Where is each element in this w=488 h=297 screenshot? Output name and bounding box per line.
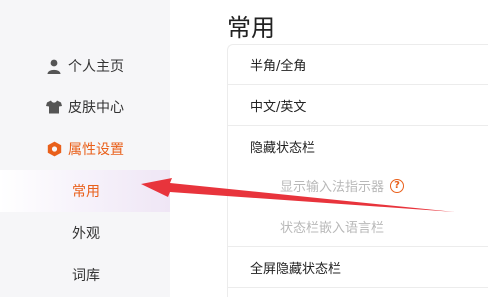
sidebar-subitem-appearance[interactable]: 外观 (0, 212, 170, 254)
setting-label: 显示输入法指示器 (280, 180, 385, 195)
sidebar-subitem-common[interactable]: 常用 (0, 170, 170, 212)
sidebar-subitem-label: 常用 (72, 184, 100, 200)
setting-label: 隐藏状态栏 (250, 141, 316, 156)
shirt-icon (46, 99, 62, 115)
setting-row-chinese-english[interactable]: 中文/英文 (228, 85, 488, 126)
setting-label: 状态栏嵌入语言栏 (280, 220, 385, 236)
sidebar-item-label: 属性设置 (68, 142, 124, 158)
sidebar-item-label: 个人主页 (68, 59, 124, 75)
setting-label: 中文/英文 (250, 99, 307, 115)
sidebar-item-label: 皮肤中心 (68, 100, 124, 116)
sidebar-subitem-label: 词库 (72, 268, 100, 284)
setting-row-embed-language-bar[interactable]: 状态栏嵌入语言栏 (228, 206, 488, 247)
help-icon[interactable]: ? (390, 178, 405, 193)
setting-label: 全屏隐藏状态栏 (250, 261, 342, 277)
sidebar-subitem-label: 外观 (72, 226, 100, 242)
sidebar-item-profile[interactable]: 个人主页 (0, 45, 170, 87)
setting-row-show-ime-indicator[interactable]: 显示输入法指示器 ? (228, 165, 488, 206)
setting-row-hide-status-bar[interactable]: 隐藏状态栏 (228, 126, 488, 167)
hexagon-settings-icon (46, 141, 62, 157)
sidebar: 个人主页 皮肤中心 属性设置 常用 外观 词库 (0, 0, 170, 297)
user-icon (46, 58, 62, 74)
settings-panel: 半角/全角 中文/英文 隐藏状态栏 显示输入法指示器 ? 状态栏嵌入语言栏 全屏… (227, 44, 488, 297)
sidebar-subitem-lexicon[interactable]: 词库 (0, 254, 170, 296)
setting-label: 半角/全角 (250, 58, 307, 74)
sidebar-item-skins[interactable]: 皮肤中心 (0, 86, 170, 128)
setting-row-fullscreen-hide-status-bar[interactable]: 全屏隐藏状态栏 (228, 247, 488, 288)
setting-row-halfwidth-fullwidth[interactable]: 半角/全角 (228, 44, 488, 85)
page-title: 常用 (227, 14, 275, 42)
main-content: 常用 半角/全角 中文/英文 隐藏状态栏 显示输入法指示器 ? 状态栏嵌入语言栏… (170, 0, 488, 297)
sidebar-item-settings[interactable]: 属性设置 (0, 128, 170, 170)
